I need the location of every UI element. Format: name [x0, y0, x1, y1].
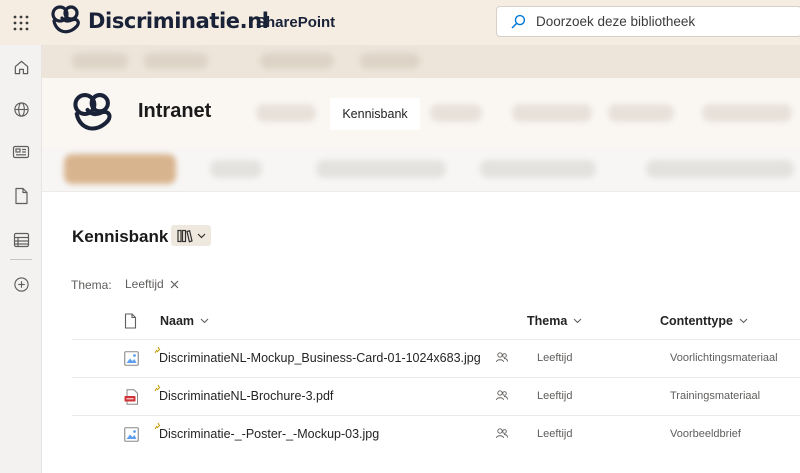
- site-nav-item-blurred[interactable]: [702, 104, 792, 122]
- chevron-down-icon: [200, 318, 209, 324]
- hub-nav-item-blurred[interactable]: [360, 53, 420, 69]
- appbar-create-button[interactable]: [0, 266, 42, 302]
- file-type-icon: [124, 313, 137, 329]
- appbar-divider: [10, 259, 32, 260]
- site-header: Intranet Kennisbank: [42, 78, 800, 148]
- hub-navigation: [42, 45, 800, 78]
- site-logo-icon: [73, 93, 112, 131]
- app-name[interactable]: SharePoint: [256, 14, 335, 31]
- hub-nav-item-blurred[interactable]: [144, 53, 208, 69]
- brand-logo-icon: [51, 5, 80, 34]
- cell-contenttype: Voorbeeldbrief: [670, 428, 741, 440]
- table-row[interactable]: DiscriminatieNL-Mockup_Business-Card-01-…: [72, 339, 800, 377]
- cell-thema: Leeftijd: [537, 428, 573, 440]
- suite-bar: Discriminatie.nl SharePoint Doorzoek dez…: [0, 0, 800, 45]
- table-row[interactable]: DiscriminatieNL-Brochure-3.pdf Leeftijd …: [72, 377, 800, 415]
- search-placeholder: Doorzoek deze bibliotheek: [536, 14, 696, 29]
- search-box[interactable]: Doorzoek deze bibliotheek: [496, 6, 800, 37]
- chevron-down-icon: [739, 318, 748, 324]
- column-header-contenttype[interactable]: Contenttype: [660, 306, 748, 336]
- chevron-down-icon: [573, 318, 582, 324]
- filter-chip-leeftijd[interactable]: Leeftijd: [125, 277, 179, 291]
- site-nav-item-blurred[interactable]: [430, 104, 482, 122]
- table-row[interactable]: Discriminatie-_-Poster-_-Mockup-03.jpg L…: [72, 415, 800, 453]
- command-item-blurred[interactable]: [480, 160, 596, 178]
- library-title: Kennisbank: [72, 227, 169, 246]
- appbar-sites-button[interactable]: [0, 91, 42, 127]
- chevron-down-icon: [197, 233, 205, 238]
- command-item-blurred[interactable]: [646, 160, 794, 178]
- cell-contenttype: Voorlichtingsmateriaal: [670, 352, 778, 364]
- filter-value: Leeftijd: [125, 277, 164, 291]
- cell-thema: Leeftijd: [537, 390, 573, 402]
- image-file-icon: [124, 351, 139, 366]
- app-launcher-button[interactable]: [0, 0, 42, 45]
- hub-nav-item-blurred[interactable]: [260, 53, 334, 69]
- column-file-type[interactable]: [124, 306, 137, 336]
- add-icon: [13, 276, 29, 292]
- appbar-news-button[interactable]: [0, 134, 42, 170]
- file-icon: [14, 187, 28, 205]
- brand-logo[interactable]: Discriminatie.nl: [50, 4, 269, 38]
- library-view-icon: [176, 229, 193, 242]
- site-title[interactable]: Intranet: [138, 100, 211, 123]
- appbar-home-button[interactable]: [0, 49, 42, 85]
- globe-icon: [13, 101, 29, 117]
- site-nav-item-blurred[interactable]: [512, 104, 592, 122]
- appbar-lists-button[interactable]: [0, 222, 42, 258]
- cell-contenttype: Trainingsmateriaal: [670, 390, 761, 402]
- command-new-button-blurred[interactable]: [64, 154, 176, 184]
- column-label-thema: Thema: [527, 314, 568, 328]
- app-bar: [0, 45, 42, 473]
- hub-nav-item-blurred[interactable]: [72, 53, 128, 69]
- file-name-link[interactable]: DiscriminatieNL-Mockup_Business-Card-01-…: [159, 351, 481, 365]
- site-logo[interactable]: [70, 91, 116, 142]
- news-icon: [12, 145, 30, 159]
- file-name-link[interactable]: Discriminatie-_-Poster-_-Mockup-03.jpg: [159, 427, 379, 441]
- command-bar: [42, 148, 800, 192]
- column-header-thema[interactable]: Thema: [527, 306, 582, 336]
- filter-label: Thema:: [71, 278, 112, 292]
- waffle-icon: [13, 15, 29, 30]
- list-icon: [13, 232, 29, 248]
- pdf-file-icon: [124, 389, 138, 405]
- shared-people-icon[interactable]: [496, 428, 508, 439]
- shared-people-icon[interactable]: [496, 352, 508, 363]
- shared-people-icon[interactable]: [496, 390, 508, 401]
- cell-thema: Leeftijd: [537, 352, 573, 364]
- site-nav-item-blurred[interactable]: [256, 104, 316, 122]
- brand-name: Discriminatie.nl: [88, 9, 269, 33]
- column-label-naam: Naam: [160, 314, 195, 328]
- view-switcher-button[interactable]: [171, 225, 211, 246]
- file-name-link[interactable]: DiscriminatieNL-Brochure-3.pdf: [159, 389, 333, 403]
- column-header-naam[interactable]: Naam: [160, 306, 209, 336]
- command-item-blurred[interactable]: [210, 160, 262, 178]
- column-label-contenttype: Contenttype: [660, 314, 733, 328]
- image-file-icon: [124, 427, 139, 442]
- appbar-files-button[interactable]: [0, 178, 42, 214]
- close-icon[interactable]: [170, 280, 179, 289]
- command-item-blurred[interactable]: [316, 160, 446, 178]
- site-nav-item-kennisbank[interactable]: Kennisbank: [330, 98, 420, 130]
- search-icon: [511, 14, 526, 29]
- home-icon: [14, 60, 28, 74]
- site-nav-item-blurred[interactable]: [608, 104, 674, 122]
